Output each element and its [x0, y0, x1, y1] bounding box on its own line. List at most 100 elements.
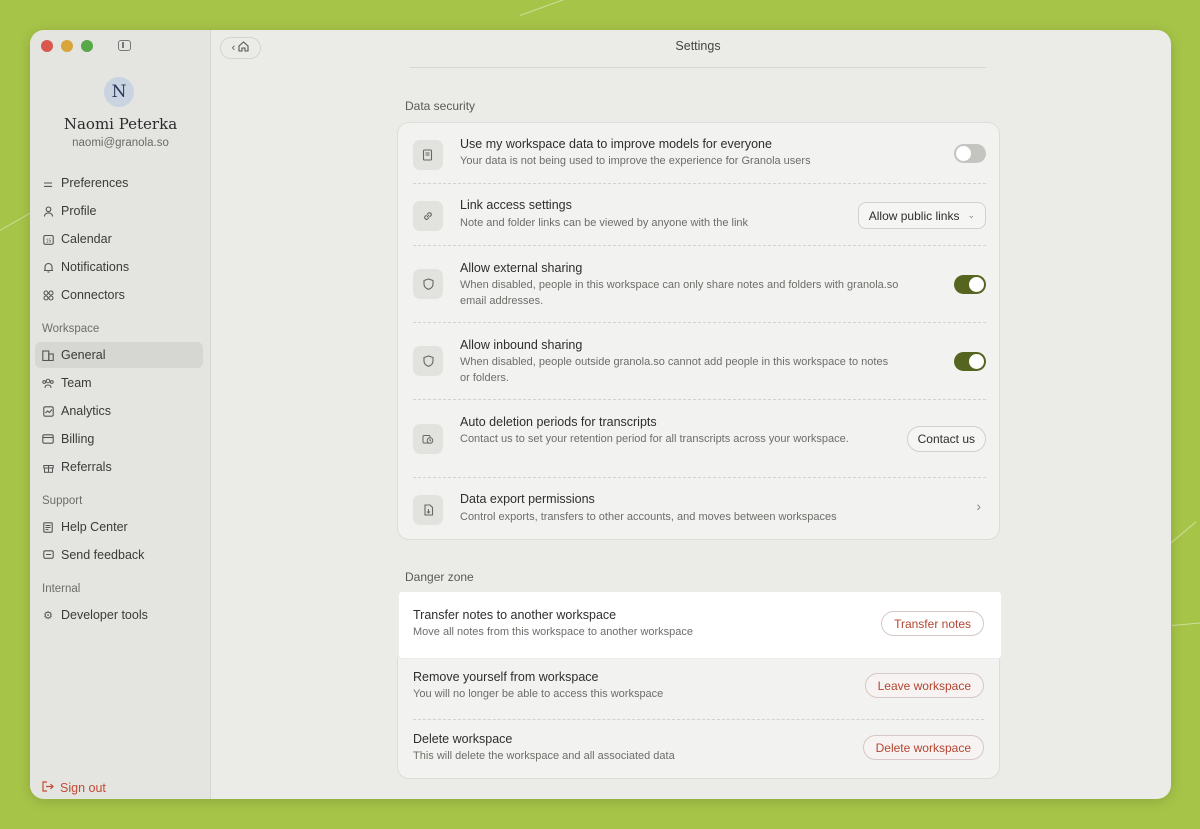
sidebar-item-profile[interactable]: Profile [35, 198, 203, 224]
contact-us-button[interactable]: Contact us [906, 426, 986, 452]
link-access-select[interactable]: Allow public links ⌄ [857, 202, 986, 229]
setting-row-auto-deletion: Auto deletion periods for transcripts Co… [398, 400, 1001, 478]
sidebar-item-calendar[interactable]: 15 Calendar [35, 226, 203, 252]
chevron-left-icon: ‹ [231, 42, 236, 54]
sidebar-item-label: Connectors [61, 288, 125, 302]
danger-description: Move all notes from this workspace to an… [413, 626, 694, 638]
building-icon [42, 349, 54, 361]
analytics-icon [42, 405, 54, 417]
user-icon [42, 205, 54, 217]
danger-zone-heading: Danger zone [405, 570, 474, 584]
window-title: Settings [675, 39, 721, 53]
book-icon [42, 521, 54, 533]
sidebar-item-label: Analytics [61, 404, 112, 418]
internal-section-label: Internal [42, 583, 81, 595]
sidebar-item-send-feedback[interactable]: Send feedback [35, 542, 203, 568]
chevron-right-icon: › [976, 498, 981, 514]
gear-icon: ⚙ [43, 609, 53, 622]
workspace-section-label: Workspace [42, 323, 100, 335]
sidebar-item-billing[interactable]: Billing [35, 426, 203, 452]
sidebar-item-notifications[interactable]: Notifications [35, 254, 203, 280]
setting-row-inbound-sharing: Allow inbound sharing When disabled, peo… [398, 323, 1001, 400]
sidebar: N Naomi Peterka naomi@granola.so ⚌ Prefe… [30, 30, 211, 799]
danger-title: Transfer notes to another workspace [413, 608, 617, 622]
leave-workspace-button[interactable]: Leave workspace [864, 673, 984, 698]
setting-description: When disabled, people in this workspace … [460, 279, 899, 307]
setting-title: Link access settings [460, 198, 572, 212]
setting-title: Use my workspace data to improve models … [460, 137, 772, 151]
shield-icon [413, 346, 443, 376]
setting-row-external-sharing: Allow external sharing When disabled, pe… [398, 246, 1001, 323]
avatar[interactable]: N [104, 77, 134, 107]
setting-title: Auto deletion periods for transcripts [460, 415, 657, 429]
sidebar-item-developer-tools[interactable]: ⚙ Developer tools [35, 602, 203, 628]
sidebar-item-label: Billing [61, 432, 95, 446]
data-security-card: Use my workspace data to improve models … [397, 122, 1000, 540]
minimize-window-button[interactable] [61, 40, 73, 52]
setting-row-data-export[interactable]: Data export permissions Control exports,… [398, 478, 1001, 540]
danger-row-transfer-notes: Transfer notes to another workspace Move… [397, 592, 1000, 658]
setting-description: Control exports, transfers to other acco… [460, 511, 837, 523]
setting-row-link-access: Link access settings Note and folder lin… [398, 184, 1001, 246]
gift-icon [42, 461, 54, 473]
sidebar-item-label: Help Center [61, 520, 128, 534]
danger-row-delete-workspace: Delete workspace This will delete the wo… [397, 720, 1000, 779]
danger-title: Remove yourself from workspace [413, 670, 599, 684]
home-icon [238, 41, 249, 55]
sign-out-label: Sign out [60, 781, 106, 795]
sidebar-item-label: Referrals [61, 460, 112, 474]
sign-out-button[interactable]: Sign out [42, 781, 106, 795]
zoom-window-button[interactable] [81, 40, 93, 52]
sidebar-item-label: General [61, 348, 106, 362]
setting-description: Note and folder links can be viewed by a… [460, 217, 749, 229]
setting-description: Contact us to set your retention period … [460, 433, 849, 445]
team-icon [42, 377, 54, 389]
user-name: Naomi Peterka [63, 115, 178, 133]
sidebar-item-general[interactable]: General [35, 342, 203, 368]
app-window: N Naomi Peterka naomi@granola.so ⚌ Prefe… [30, 30, 1171, 799]
divider [410, 67, 986, 68]
setting-description: When disabled, people outside granola.so… [460, 356, 889, 384]
bell-icon [42, 261, 54, 273]
sidebar-item-analytics[interactable]: Analytics [35, 398, 203, 424]
sidebar-item-label: Profile [61, 204, 97, 218]
card-icon [42, 433, 54, 445]
user-email: naomi@granola.so [72, 137, 169, 149]
danger-title: Delete workspace [413, 732, 513, 746]
sidebar-item-help-center[interactable]: Help Center [35, 514, 203, 540]
calendar-icon: 15 [42, 233, 54, 245]
chat-icon [42, 549, 54, 561]
back-home-button[interactable]: ‹ [220, 37, 261, 59]
setting-title: Data export permissions [460, 492, 595, 506]
screenshot-frame: N Naomi Peterka naomi@granola.so ⚌ Prefe… [0, 0, 1200, 829]
support-section-label: Support [42, 495, 83, 507]
danger-description: This will delete the workspace and all a… [413, 750, 675, 762]
window-controls [41, 40, 93, 52]
sidebar-item-label: Calendar [61, 232, 112, 246]
file-export-icon [413, 495, 443, 525]
external-sharing-toggle[interactable] [954, 275, 986, 294]
sign-out-icon [42, 781, 54, 795]
svg-text:15: 15 [45, 238, 51, 244]
setting-title: Allow inbound sharing [460, 338, 583, 352]
sidebar-item-label: Preferences [61, 176, 129, 190]
setting-row-improve-models: Use my workspace data to improve models … [398, 123, 1001, 184]
setting-title: Allow external sharing [460, 261, 583, 275]
sidebar-item-label: Send feedback [61, 548, 145, 562]
improve-models-toggle[interactable] [954, 144, 986, 163]
link-access-select-value: Allow public links [868, 208, 960, 223]
sidebar-item-team[interactable]: Team [35, 370, 203, 396]
shield-icon [413, 269, 443, 299]
transfer-notes-button[interactable]: Transfer notes [881, 611, 984, 636]
close-window-button[interactable] [41, 40, 53, 52]
document-icon [413, 140, 443, 170]
link-icon [413, 201, 443, 231]
sidebar-item-label: Team [61, 376, 92, 390]
inbound-sharing-toggle[interactable] [954, 352, 986, 371]
sidebar-item-connectors[interactable]: Connectors [35, 282, 203, 308]
delete-workspace-button[interactable]: Delete workspace [862, 735, 984, 760]
sidebar-toggle-icon[interactable] [118, 40, 131, 51]
data-security-heading: Data security [405, 99, 476, 113]
sidebar-item-referrals[interactable]: Referrals [35, 454, 203, 480]
sidebar-item-preferences[interactable]: ⚌ Preferences [35, 170, 203, 196]
